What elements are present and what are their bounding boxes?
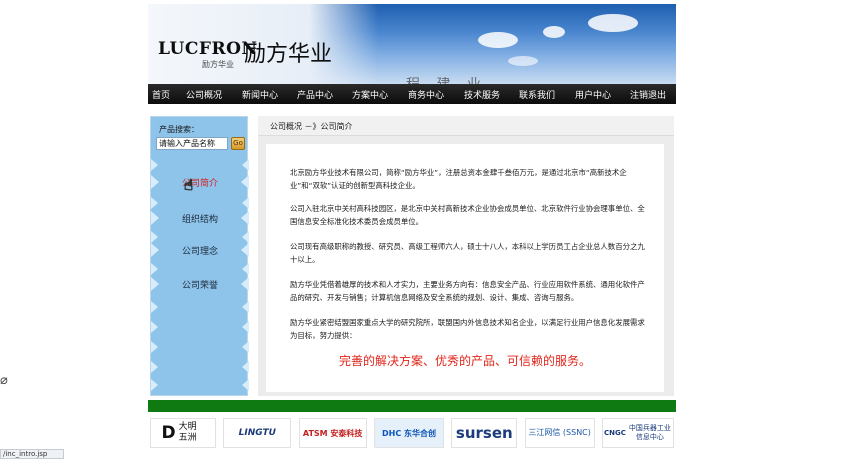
partner-mark: D: [161, 423, 176, 443]
header-banner: LUCFRON 励方华业 励方华业 程 建 业: [148, 4, 676, 84]
sidebar-divider: [151, 341, 249, 353]
content-header: 公司概况 －》公司简介: [258, 116, 674, 136]
partner-logo[interactable]: ATSM 安泰科技: [298, 418, 367, 448]
intro-paragraph: 励方华业紧密结盟国家重点大学的研究院所，联盟国内外信息技术知名企业，以满足行业用…: [290, 318, 645, 340]
sidebar-divider: [151, 301, 249, 313]
company-slogan: 完善的解决方案、优秀的产品、可信赖的服务。: [338, 354, 591, 368]
hand-cursor-icon: ☝: [183, 176, 194, 195]
partner-mark: CNGC: [604, 428, 626, 437]
logo-latin: LUCFRON: [158, 39, 258, 59]
nav-logout[interactable]: 注销退出: [630, 88, 666, 101]
logo-chinese: 励方华业: [244, 42, 333, 67]
partner-name: 大明五洲: [178, 422, 197, 443]
nav-business[interactable]: 商务中心: [408, 88, 444, 101]
nav-user-center[interactable]: 用户中心: [575, 88, 611, 101]
partner-logo[interactable]: 三江网信 (SSNC): [524, 418, 595, 448]
sidebar-item-intro[interactable]: 公司简介: [151, 169, 249, 195]
banner-slogan: 程 建 业: [406, 74, 487, 84]
clip-icon: ⌀: [0, 373, 8, 388]
page: LUCFRON 励方华业 励方华业 程 建 业 首页 公司概况 新闻中心 产品中…: [148, 4, 676, 452]
nav-tech-service[interactable]: 技术服务: [464, 88, 500, 101]
sidebar-divider: [151, 321, 249, 333]
cloud-decoration: [588, 14, 638, 32]
partner-name: 中国兵器工业信息中心: [628, 424, 671, 441]
product-search-label: 产品搜索：: [159, 125, 199, 134]
partner-name: DHC 东华合创: [381, 428, 436, 438]
logo[interactable]: LUCFRON 励方华业 励方华业: [148, 4, 378, 84]
partner-logo[interactable]: D 大明五洲: [150, 418, 216, 448]
status-bar-url: /inc_intro.jsp: [0, 449, 64, 459]
main-nav: 首页 公司概况 新闻中心 产品中心 方案中心 商务中心 技术服务 联系我们 用户…: [148, 84, 676, 104]
partner-logo[interactable]: LINGTU: [223, 418, 292, 448]
nav-company[interactable]: 公司概况: [186, 88, 222, 101]
intro-paragraph: 励方华业凭借着雄厚的技术和人才实力，主要业务方向有：信息安全产品、行业应用软件系…: [290, 280, 645, 302]
nav-products[interactable]: 产品中心: [297, 88, 333, 101]
content-panel: 北京励方华业技术有限公司，简称“励方华业”，注册总资本金肆千叁佰万元，是通过北京…: [266, 144, 664, 392]
nav-news[interactable]: 新闻中心: [242, 88, 278, 101]
sidebar-item-honors[interactable]: 公司荣誉: [151, 271, 249, 297]
partner-name: LINGTU: [238, 428, 276, 438]
partner-logos: D 大明五洲 LINGTU ATSM 安泰科技 DHC 东华合创 sursen …: [148, 414, 676, 452]
partner-logo[interactable]: DHC 东华合创: [373, 418, 444, 448]
sidebar-item-organization[interactable]: 组织结构: [151, 205, 249, 231]
search-go-button[interactable]: Go: [231, 137, 245, 150]
cloud-decoration: [543, 26, 565, 38]
intro-paragraph: 公司现有高级职称的教授、研究员、高级工程师六人，硕士十八人，本科以上学历员工占企…: [290, 242, 645, 264]
logo-subtitle: 励方华业: [202, 60, 234, 69]
sidebar-divider: [151, 361, 249, 373]
footer-bar: [148, 400, 676, 412]
cloud-decoration: [508, 56, 538, 66]
nav-contact[interactable]: 联系我们: [519, 88, 555, 101]
breadcrumb: 公司概况 －》公司简介: [270, 122, 353, 131]
partner-logo[interactable]: CNGC 中国兵器工业信息中心: [601, 418, 674, 448]
cloud-decoration: [478, 32, 518, 48]
sidebar-item-philosophy[interactable]: 公司理念: [151, 237, 249, 263]
partner-logo[interactable]: sursen: [451, 418, 518, 448]
partner-name: sursen: [455, 424, 513, 442]
intro-paragraph: 公司入驻北京中关村高科技园区，是北京中关村高新技术企业协会成员单位、北京软件行业…: [290, 204, 645, 226]
intro-paragraph: 北京励方华业技术有限公司，简称“励方华业”，注册总资本金肆千叁佰万元，是通过北京…: [290, 168, 627, 190]
partner-name: 三江网信 (SSNC): [528, 428, 591, 437]
sidebar-divider: [151, 379, 249, 391]
nav-solutions[interactable]: 方案中心: [352, 88, 388, 101]
partner-name: ATSM 安泰科技: [302, 428, 363, 438]
product-search-input[interactable]: [156, 137, 228, 150]
sidebar: 产品搜索： Go 公司简介 组织结构 公司理念 公司荣誉: [150, 116, 249, 396]
nav-home[interactable]: 首页: [152, 88, 170, 101]
content-frame: 北京励方华业技术有限公司，简称“励方华业”，注册总资本金肆千叁佰万元，是通过北京…: [258, 136, 674, 396]
